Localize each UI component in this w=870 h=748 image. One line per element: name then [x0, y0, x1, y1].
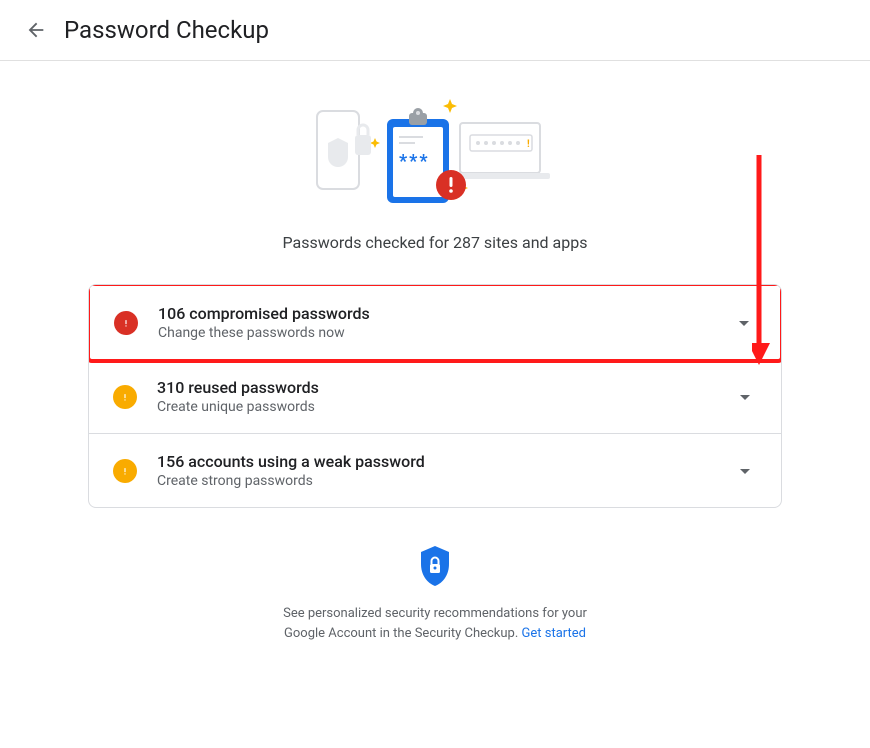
card-title: 310 reused passwords [157, 378, 713, 397]
svg-text:***: *** [399, 151, 430, 172]
alert-icon [114, 311, 138, 335]
reused-passwords-row[interactable]: 310 reused passwords Create unique passw… [89, 360, 781, 434]
shield-lock-icon [417, 544, 453, 588]
chevron-down-icon [733, 459, 757, 483]
card-subtitle: Create strong passwords [157, 473, 713, 489]
card-text: 310 reused passwords Create unique passw… [157, 378, 713, 415]
card-text: 156 accounts using a weak password Creat… [157, 452, 713, 489]
card-title: 106 compromised passwords [158, 304, 712, 323]
header: Password Checkup [0, 0, 870, 61]
footer: See personalized security recommendation… [265, 544, 605, 643]
back-arrow-button[interactable] [24, 18, 48, 42]
page-title: Password Checkup [64, 16, 269, 44]
svg-text:!: ! [527, 139, 530, 150]
footer-text: See personalized security recommendation… [265, 604, 605, 643]
compromised-passwords-row[interactable]: 106 compromised passwords Change these p… [88, 284, 782, 363]
chevron-down-icon [732, 311, 756, 335]
hero-illustration: ! *** [305, 93, 565, 213]
get-started-link[interactable]: Get started [522, 626, 586, 641]
main-content: ! *** Passwords checked for 287 sites an… [0, 61, 870, 675]
warning-icon [113, 385, 137, 409]
card-text: 106 compromised passwords Change these p… [158, 304, 712, 341]
warning-icon [113, 459, 137, 483]
weak-passwords-row[interactable]: 156 accounts using a weak password Creat… [89, 434, 781, 507]
card-subtitle: Create unique passwords [157, 399, 713, 415]
card-title: 156 accounts using a weak password [157, 452, 713, 471]
results-list: 106 compromised passwords Change these p… [88, 284, 782, 508]
arrow-left-icon [25, 19, 47, 41]
checkup-summary: Passwords checked for 287 sites and apps [283, 233, 588, 252]
chevron-down-icon [733, 385, 757, 409]
card-subtitle: Change these passwords now [158, 325, 712, 341]
